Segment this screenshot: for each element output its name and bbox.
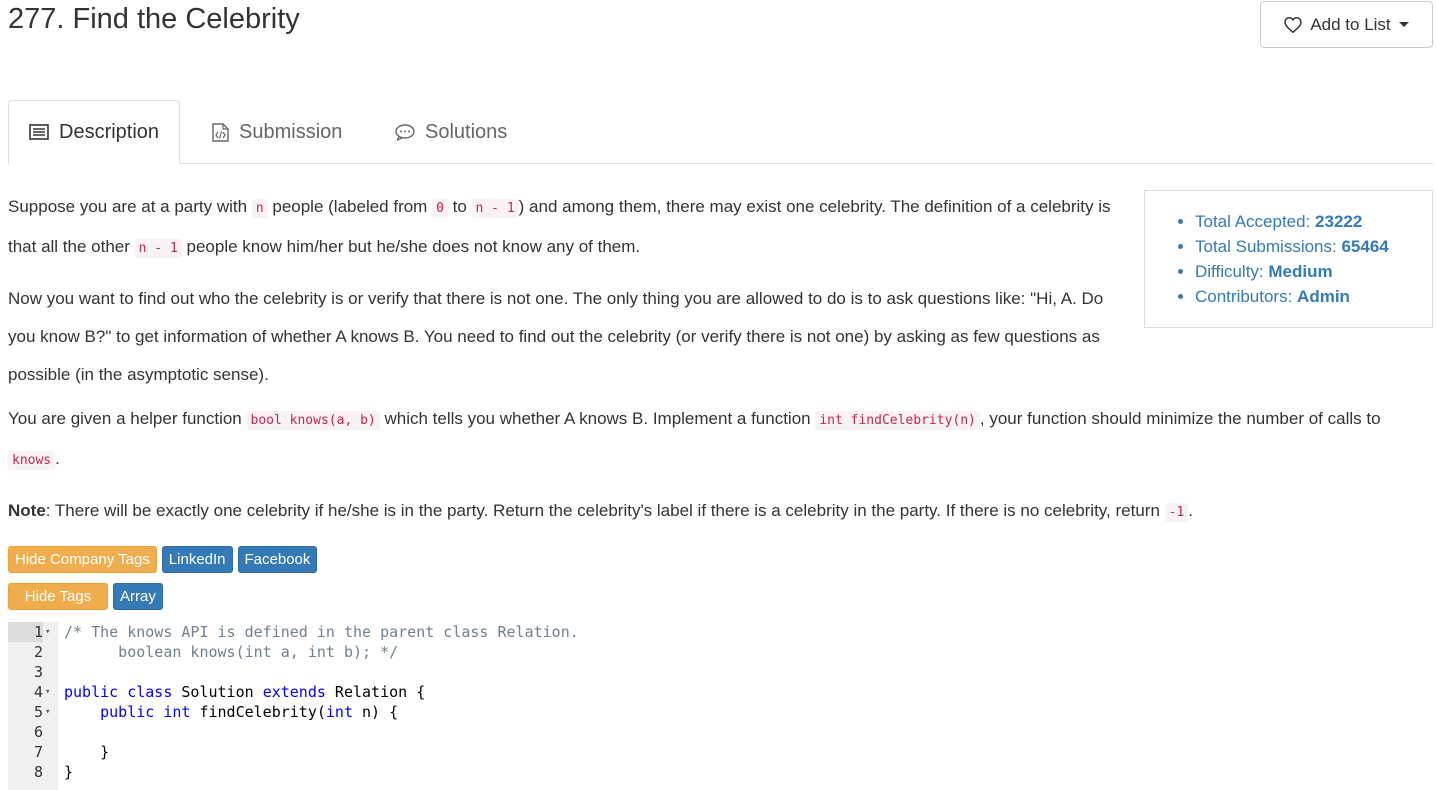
problem-stats-panel: Total Accepted: 23222 Total Submissions:…	[1144, 190, 1433, 328]
problem-description-continued: You are given a helper function bool kno…	[8, 400, 1433, 544]
tab-submission[interactable]: Submission	[212, 100, 342, 164]
topic-tags-row: Hide Tags Array	[8, 583, 163, 610]
code-text: }	[64, 763, 74, 781]
line-number: 4	[33, 683, 43, 701]
caret-down-icon	[1398, 22, 1409, 27]
inline-code: n	[251, 199, 268, 218]
note-paragraph: Note: There will be exactly one celebrit…	[8, 501, 1194, 522]
tab-description-label: Description	[59, 120, 160, 143]
code-text: public class Solution extends Relation {	[64, 683, 426, 701]
code-text: boolean knows(int a, int b); */	[64, 643, 399, 661]
page-title: 277. Find the Celebrity	[8, 3, 300, 35]
inline-code: int findCelebrity(n)	[815, 411, 980, 430]
line-number: 8	[33, 763, 43, 781]
code-line[interactable]: 6	[8, 722, 1433, 742]
note-label: Note	[8, 501, 46, 520]
hide-tags-button[interactable]: Hide Tags	[8, 583, 108, 610]
stat-total-submissions: Total Submissions: 65464	[1195, 234, 1432, 259]
inline-code: -1	[1164, 503, 1189, 522]
topic-tag-array[interactable]: Array	[113, 583, 163, 610]
line-number: 7	[33, 743, 43, 761]
fold-toggle-icon[interactable]: ▾	[45, 682, 57, 702]
tab-submission-label: Submission	[239, 120, 343, 143]
line-number: 3	[33, 663, 43, 681]
hide-company-tags-button[interactable]: Hide Company Tags	[8, 546, 157, 573]
description-paragraph-2: Now you want to find out who the celebri…	[8, 289, 1104, 384]
description-paragraph-3: You are given a helper function bool kno…	[8, 409, 1381, 470]
add-to-list-label: Add to List	[1310, 14, 1391, 34]
heart-icon	[1284, 16, 1303, 33]
code-line[interactable]: 3	[8, 662, 1433, 682]
line-number: 5	[33, 703, 43, 721]
inline-code: bool knows(a, b)	[246, 411, 380, 430]
line-number: 6	[33, 723, 43, 741]
chat-bubble-icon	[395, 123, 415, 141]
inline-code: 0	[432, 199, 448, 218]
company-tags-row: Hide Company Tags LinkedIn Facebook	[8, 546, 318, 573]
code-editor[interactable]: 1 ▾/* The knows API is defined in the par…	[8, 622, 1433, 790]
inline-code: n - 1	[471, 199, 519, 218]
company-tag-linkedin[interactable]: LinkedIn	[161, 546, 233, 573]
code-text: public int findCelebrity(int n) {	[100, 703, 399, 721]
tab-solutions-label: Solutions	[425, 120, 508, 143]
code-line[interactable]: 4 ▾ public class Solution extends Relation…	[8, 682, 1433, 702]
company-tag-facebook[interactable]: Facebook	[237, 546, 318, 573]
stat-contributors: Contributors: Admin	[1195, 284, 1432, 309]
code-file-icon	[212, 122, 229, 142]
description-paragraph-1: Suppose you are at a party with n people…	[8, 197, 1111, 258]
code-text: /* The knows API is defined in the paren…	[64, 623, 579, 641]
problem-description: Suppose you are at a party with n people…	[8, 188, 1133, 406]
code-line[interactable]: 2 boolean knows(int a, int b); */	[8, 642, 1433, 662]
line-number: 1	[8, 622, 43, 642]
code-line[interactable]: 1 ▾ /* The knows API is defined in the par…	[8, 622, 1433, 642]
inline-code: knows	[8, 451, 56, 470]
tab-description[interactable]: Description	[8, 100, 180, 164]
fold-toggle-icon[interactable]: ▾	[45, 622, 57, 642]
stat-total-accepted: Total Accepted: 23222	[1195, 209, 1432, 234]
line-number: 2	[33, 643, 43, 661]
add-to-list-button[interactable]: Add to List	[1260, 1, 1433, 48]
code-line[interactable]: 7 }	[8, 742, 1433, 762]
code-line[interactable]: 8}	[8, 762, 1433, 782]
inline-code: n - 1	[134, 239, 182, 258]
tab-solutions[interactable]: Solutions	[395, 100, 507, 164]
code-text: }	[64, 743, 110, 761]
stat-difficulty: Difficulty: Medium	[1195, 259, 1432, 284]
list-icon	[29, 124, 49, 140]
contributor-link[interactable]: Admin	[1297, 287, 1350, 306]
code-line[interactable]: 5 ▾ public int findCelebrity(int n) {	[8, 702, 1433, 722]
fold-toggle-icon[interactable]: ▾	[45, 702, 57, 722]
